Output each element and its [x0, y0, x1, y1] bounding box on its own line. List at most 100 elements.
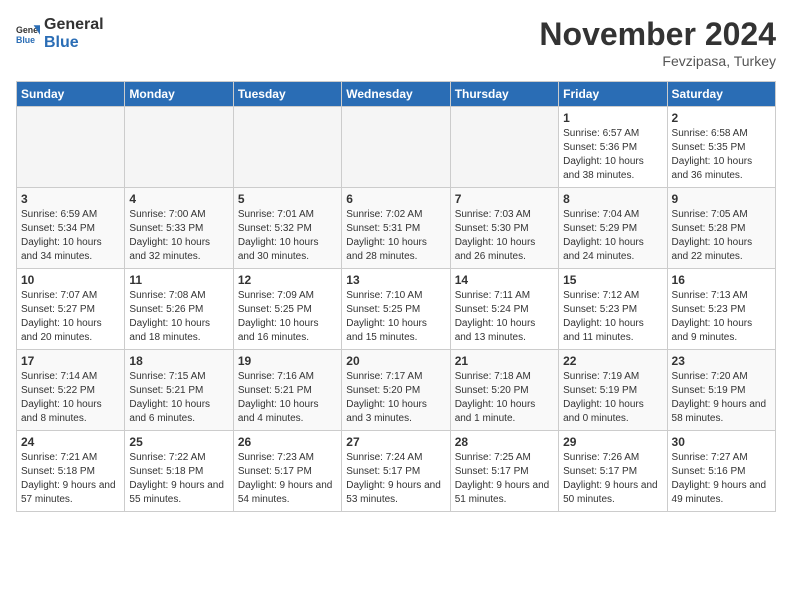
week-row-4: 24 Sunrise: 7:21 AMSunset: 5:18 PMDayligh… — [17, 431, 776, 512]
day-number: 18 — [129, 354, 228, 368]
day-info: Sunrise: 7:22 AMSunset: 5:18 PMDaylight:… — [129, 451, 228, 507]
calendar-cell: 15 Sunrise: 7:12 AMSunset: 5:23 PMDayligh… — [559, 269, 667, 350]
day-number: 15 — [563, 273, 662, 287]
day-number: 26 — [238, 435, 337, 449]
calendar-cell — [233, 107, 341, 188]
day-number: 19 — [238, 354, 337, 368]
header-tuesday: Tuesday — [233, 82, 341, 107]
day-info: Sunrise: 6:57 AMSunset: 5:36 PMDaylight:… — [563, 127, 662, 183]
calendar-cell: 17 Sunrise: 7:14 AMSunset: 5:22 PMDayligh… — [17, 350, 125, 431]
header-monday: Monday — [125, 82, 233, 107]
header-sunday: Sunday — [17, 82, 125, 107]
calendar-cell: 28 Sunrise: 7:25 AMSunset: 5:17 PMDayligh… — [450, 431, 558, 512]
day-number: 28 — [455, 435, 554, 449]
day-number: 11 — [129, 273, 228, 287]
day-info: Sunrise: 7:18 AMSunset: 5:20 PMDaylight:… — [455, 370, 554, 426]
calendar-cell: 27Sunrise: 7:24 AMSunset: 5:17 PMDayligh… — [342, 431, 450, 512]
calendar-cell: 18 Sunrise: 7:15 AMSunset: 5:21 PMDayligh… — [125, 350, 233, 431]
svg-text:Blue: Blue — [16, 34, 35, 44]
day-info: Sunrise: 6:59 AMSunset: 5:34 PMDaylight:… — [21, 208, 120, 264]
calendar-cell: 6 Sunrise: 7:02 AMSunset: 5:31 PMDaylight… — [342, 188, 450, 269]
day-number: 25 — [129, 435, 228, 449]
day-number: 24 — [21, 435, 120, 449]
day-number: 4 — [129, 192, 228, 206]
day-number: 6 — [346, 192, 445, 206]
calendar-cell: 24 Sunrise: 7:21 AMSunset: 5:18 PMDayligh… — [17, 431, 125, 512]
calendar-cell: 21Sunrise: 7:18 AMSunset: 5:20 PMDayligh… — [450, 350, 558, 431]
calendar-cell: 2 Sunrise: 6:58 AMSunset: 5:35 PMDaylight… — [667, 107, 775, 188]
day-number: 29 — [563, 435, 662, 449]
day-info: Sunrise: 7:21 AMSunset: 5:18 PMDaylight:… — [21, 451, 120, 507]
header-friday: Friday — [559, 82, 667, 107]
day-info: Sunrise: 7:02 AMSunset: 5:31 PMDaylight:… — [346, 208, 445, 264]
day-number: 1 — [563, 111, 662, 125]
calendar-cell: 26 Sunrise: 7:23 AMSunset: 5:17 PMDayligh… — [233, 431, 341, 512]
day-info: Sunrise: 7:01 AMSunset: 5:32 PMDaylight:… — [238, 208, 337, 264]
logo-blue: Blue — [44, 34, 104, 52]
calendar-table: SundayMondayTuesdayWednesdayThursdayFrid… — [16, 81, 776, 512]
day-number: 9 — [672, 192, 771, 206]
day-info: Sunrise: 7:12 AMSunset: 5:23 PMDaylight:… — [563, 289, 662, 345]
day-info: Sunrise: 7:23 AMSunset: 5:17 PMDaylight:… — [238, 451, 337, 507]
location: Fevzipasa, Turkey — [539, 53, 776, 69]
title-block: November 2024 Fevzipasa, Turkey — [539, 16, 776, 69]
calendar-cell — [125, 107, 233, 188]
day-info: Sunrise: 7:24 AMSunset: 5:17 PMDaylight:… — [346, 451, 445, 507]
calendar-cell: 14Sunrise: 7:11 AMSunset: 5:24 PMDayligh… — [450, 269, 558, 350]
day-info: Sunrise: 7:13 AMSunset: 5:23 PMDaylight:… — [672, 289, 771, 345]
day-number: 5 — [238, 192, 337, 206]
day-info: Sunrise: 7:27 AMSunset: 5:16 PMDaylight:… — [672, 451, 771, 507]
day-info: Sunrise: 7:00 AMSunset: 5:33 PMDaylight:… — [129, 208, 228, 264]
day-number: 14 — [455, 273, 554, 287]
calendar-cell — [342, 107, 450, 188]
calendar-cell: 23 Sunrise: 7:20 AMSunset: 5:19 PMDayligh… — [667, 350, 775, 431]
month-title: November 2024 — [539, 16, 776, 53]
calendar-cell: 3Sunrise: 6:59 AMSunset: 5:34 PMDaylight… — [17, 188, 125, 269]
calendar-cell: 4 Sunrise: 7:00 AMSunset: 5:33 PMDaylight… — [125, 188, 233, 269]
day-number: 13 — [346, 273, 445, 287]
day-info: Sunrise: 7:20 AMSunset: 5:19 PMDaylight:… — [672, 370, 771, 426]
day-info: Sunrise: 7:26 AMSunset: 5:17 PMDaylight:… — [563, 451, 662, 507]
header-row: SundayMondayTuesdayWednesdayThursdayFrid… — [17, 82, 776, 107]
day-info: Sunrise: 7:14 AMSunset: 5:22 PMDaylight:… — [21, 370, 120, 426]
day-number: 16 — [672, 273, 771, 287]
calendar-cell: 13 Sunrise: 7:10 AMSunset: 5:25 PMDayligh… — [342, 269, 450, 350]
day-number: 17 — [21, 354, 120, 368]
day-info: Sunrise: 7:25 AMSunset: 5:17 PMDaylight:… — [455, 451, 554, 507]
day-number: 8 — [563, 192, 662, 206]
day-info: Sunrise: 7:15 AMSunset: 5:21 PMDaylight:… — [129, 370, 228, 426]
day-info: Sunrise: 7:09 AMSunset: 5:25 PMDaylight:… — [238, 289, 337, 345]
calendar-cell: 29 Sunrise: 7:26 AMSunset: 5:17 PMDayligh… — [559, 431, 667, 512]
day-number: 10 — [21, 273, 120, 287]
day-number: 20 — [346, 354, 445, 368]
calendar-cell: 8Sunrise: 7:04 AMSunset: 5:29 PMDaylight… — [559, 188, 667, 269]
day-number: 22 — [563, 354, 662, 368]
day-number: 7 — [455, 192, 554, 206]
day-info: Sunrise: 7:17 AMSunset: 5:20 PMDaylight:… — [346, 370, 445, 426]
day-info: Sunrise: 7:03 AMSunset: 5:30 PMDaylight:… — [455, 208, 554, 264]
logo-general: General — [44, 16, 104, 34]
calendar-cell: 10Sunrise: 7:07 AMSunset: 5:27 PMDayligh… — [17, 269, 125, 350]
day-number: 23 — [672, 354, 771, 368]
header-wednesday: Wednesday — [342, 82, 450, 107]
calendar-cell: 25 Sunrise: 7:22 AMSunset: 5:18 PMDayligh… — [125, 431, 233, 512]
page-header: General Blue General Blue November 2024 … — [16, 16, 776, 69]
calendar-cell: 5 Sunrise: 7:01 AMSunset: 5:32 PMDaylight… — [233, 188, 341, 269]
calendar-cell: 12Sunrise: 7:09 AMSunset: 5:25 PMDayligh… — [233, 269, 341, 350]
calendar-cell: 1 Sunrise: 6:57 AMSunset: 5:36 PMDaylight… — [559, 107, 667, 188]
day-number: 2 — [672, 111, 771, 125]
calendar-cell: 30 Sunrise: 7:27 AMSunset: 5:16 PMDayligh… — [667, 431, 775, 512]
header-thursday: Thursday — [450, 82, 558, 107]
day-info: Sunrise: 7:16 AMSunset: 5:21 PMDaylight:… — [238, 370, 337, 426]
week-row-0: 1 Sunrise: 6:57 AMSunset: 5:36 PMDaylight… — [17, 107, 776, 188]
calendar-cell: 22Sunrise: 7:19 AMSunset: 5:19 PMDayligh… — [559, 350, 667, 431]
day-info: Sunrise: 7:10 AMSunset: 5:25 PMDaylight:… — [346, 289, 445, 345]
header-saturday: Saturday — [667, 82, 775, 107]
week-row-3: 17 Sunrise: 7:14 AMSunset: 5:22 PMDayligh… — [17, 350, 776, 431]
day-info: Sunrise: 7:08 AMSunset: 5:26 PMDaylight:… — [129, 289, 228, 345]
calendar-cell — [17, 107, 125, 188]
day-number: 30 — [672, 435, 771, 449]
calendar-cell: 19 Sunrise: 7:16 AMSunset: 5:21 PMDayligh… — [233, 350, 341, 431]
day-info: Sunrise: 6:58 AMSunset: 5:35 PMDaylight:… — [672, 127, 771, 183]
calendar-cell: 16 Sunrise: 7:13 AMSunset: 5:23 PMDayligh… — [667, 269, 775, 350]
